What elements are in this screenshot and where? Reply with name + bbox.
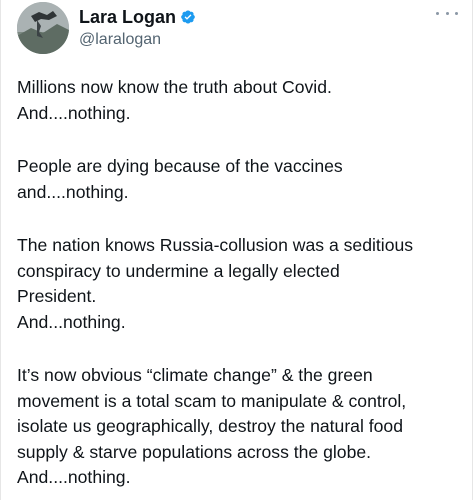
text-line: supply & starve populations across the g… [17,441,372,462]
display-name[interactable]: Lara Logan [79,6,176,28]
avatar[interactable] [17,2,69,54]
text-line: Millions now know the truth about Covid. [17,77,332,97]
paragraph-4: It’s now obvious “climate change” & the … [17,363,462,491]
paragraph-1: Millions now know the truth about Covid.… [17,75,462,126]
text-line: The nation knows Russia-collusion was a … [17,235,414,255]
paragraph-3: The nation knows Russia-collusion was a … [17,233,462,335]
more-dot [445,11,449,15]
handle[interactable]: @laralogan [79,29,196,50]
text-line: movement is a total scam to manipulate &… [17,390,407,411]
more-options-icon[interactable] [436,8,458,18]
paragraph-2: People are dying because of the vaccines… [17,154,462,205]
more-dot [436,11,439,15]
text-line: People are dying because of the vaccines [17,156,343,176]
tweet-text: Millions now know the truth about Covid.… [17,75,462,491]
text-line: conspiracy to undermine a legally electe… [17,260,340,281]
text-line: And...nothing. [17,311,126,332]
tweet-header: Lara Logan @laralogan [17,2,196,54]
text-line: It’s now obvious “climate change” & the … [17,365,373,385]
avatar-image [17,2,69,54]
verified-badge-icon [180,9,196,25]
text-line: and....nothing. [17,181,129,202]
author-identity: Lara Logan @laralogan [79,6,196,50]
text-line: President. [17,286,97,306]
tweet-card: Lara Logan @laralogan Millions now know … [0,0,473,500]
name-row: Lara Logan [79,6,196,28]
text-line: And....nothing. [17,467,131,487]
text-line: And....nothing. [17,102,131,123]
text-line: isolate us geographically, destroy the n… [17,416,403,436]
more-dot [455,11,458,15]
